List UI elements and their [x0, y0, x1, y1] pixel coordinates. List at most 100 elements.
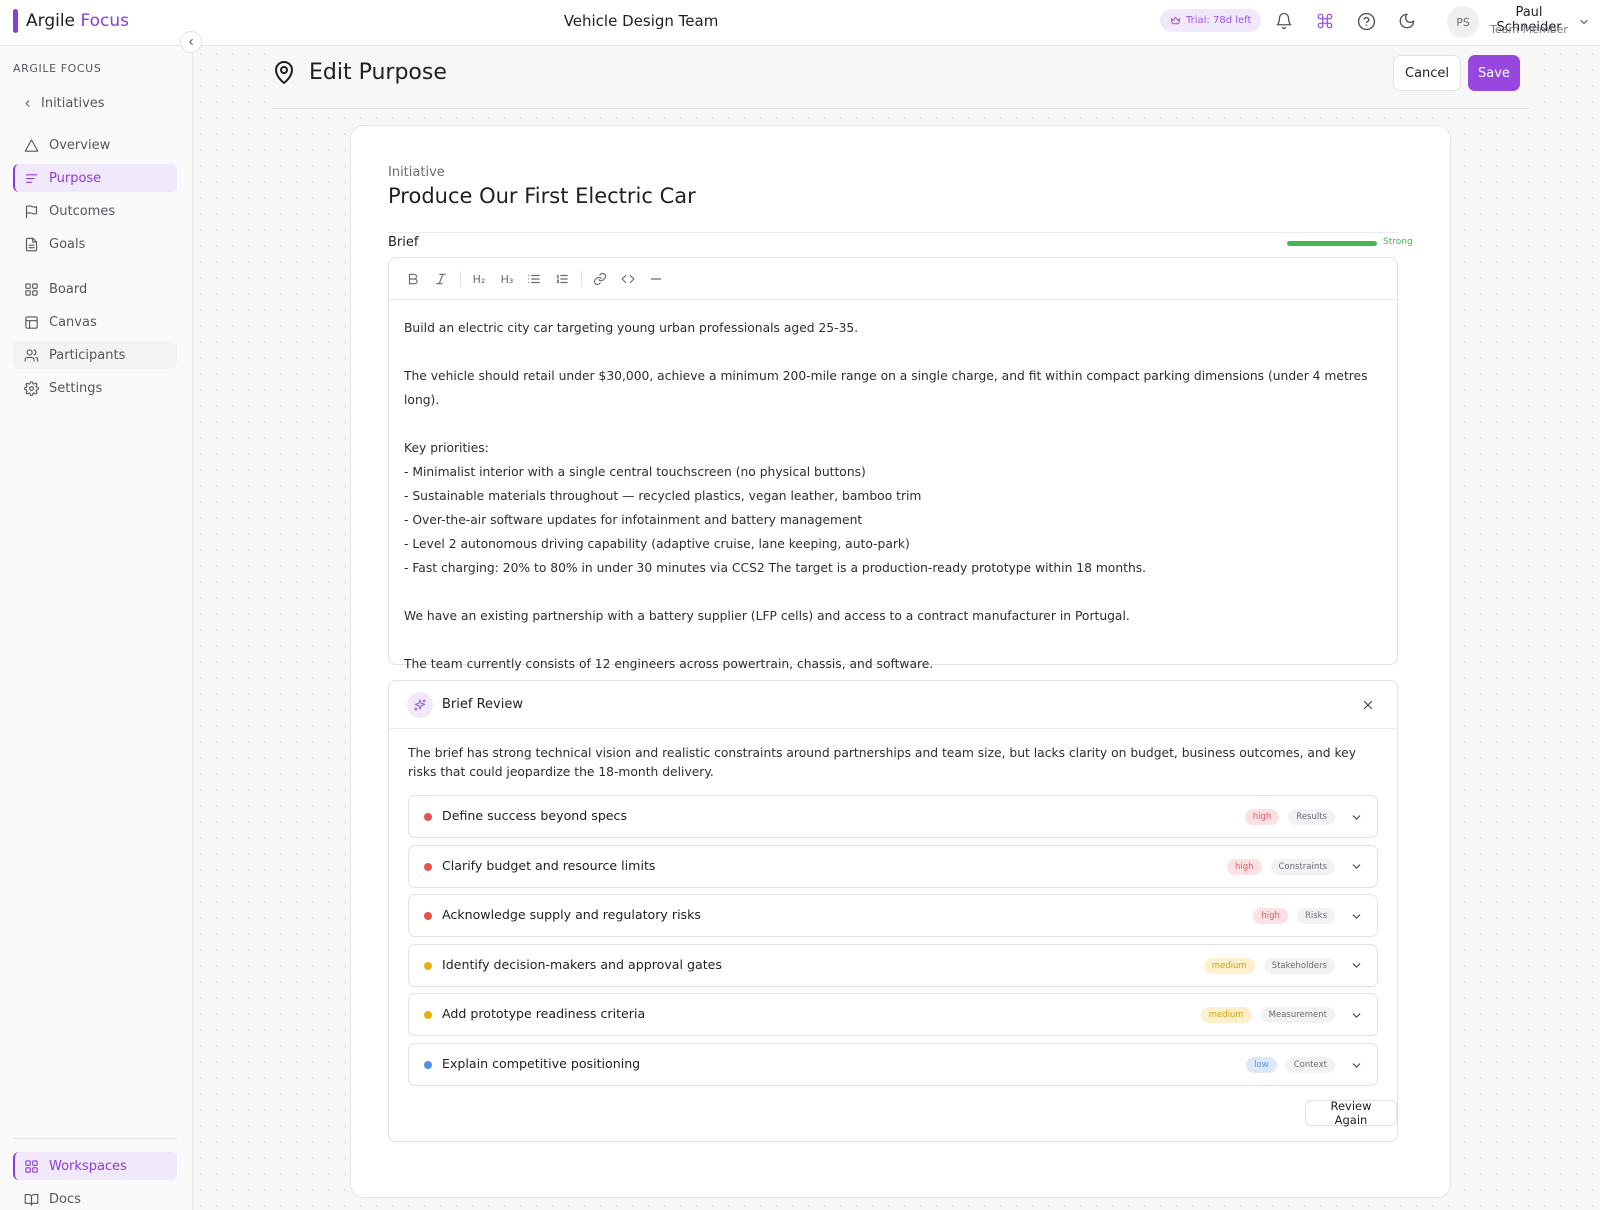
brief-line: We have an existing partnership with a b…	[404, 609, 1130, 623]
map-pin-icon	[272, 59, 296, 91]
severity-badge: medium	[1203, 957, 1255, 974]
severity-dot	[424, 862, 432, 871]
sidebar-item-canvas[interactable]: Canvas	[13, 308, 177, 336]
sidebar-item-settings[interactable]: Settings	[13, 374, 177, 402]
review-item-tags: high Risks	[1253, 906, 1363, 926]
brief-strength-label: Strong	[1383, 237, 1413, 247]
review-item[interactable]: Define success beyond specs high Results	[408, 795, 1378, 838]
chevron-down-icon[interactable]	[1350, 910, 1363, 923]
review-item[interactable]: Clarify budget and resource limits high Co…	[408, 844, 1378, 888]
brief-line: - Level 2 autonomous driving capability …	[404, 537, 910, 551]
sidebar-item-docs[interactable]: Docs	[13, 1185, 177, 1210]
category-badge: Results	[1288, 809, 1335, 825]
review-again-button[interactable]: Review Again	[1305, 1099, 1397, 1127]
page-title: Edit Purpose	[309, 60, 447, 85]
chevron-down-icon[interactable]	[1350, 959, 1363, 972]
sidebar-item-overview[interactable]: Overview	[13, 131, 177, 159]
heading2-icon[interactable]: H₂	[469, 269, 489, 289]
severity-dot	[424, 1011, 432, 1020]
sidebar-item-goals[interactable]: Goals	[13, 230, 177, 258]
sidebar-item-board[interactable]: Board	[13, 275, 177, 303]
chevron-left-icon	[189, 38, 193, 46]
gear-icon	[24, 380, 39, 396]
brief-editor[interactable]: H₂ H₃ Build an electric city car targeti…	[388, 257, 1398, 671]
sidebar-heading: ARGILE FOCUS	[13, 62, 102, 75]
severity-badge: high	[1253, 908, 1288, 925]
chevron-down-icon[interactable]	[1350, 1059, 1363, 1072]
sidebar-collapse-button[interactable]	[180, 31, 202, 53]
bullet-list-icon[interactable]	[524, 269, 544, 289]
chevron-down-icon[interactable]	[1578, 13, 1590, 32]
user-role: Team Member	[1490, 23, 1568, 36]
sparkles-icon	[407, 692, 433, 718]
brief-line: Key priorities:	[404, 441, 489, 455]
bell-icon[interactable]	[1273, 10, 1295, 32]
link-icon[interactable]	[590, 269, 610, 289]
save-button[interactable]: Save	[1468, 55, 1520, 91]
brief-line: - Over-the-air software updates for info…	[404, 513, 863, 527]
review-item-text: Clarify budget and resource limits	[442, 857, 656, 873]
chevron-down-icon[interactable]	[1350, 811, 1363, 824]
cancel-button[interactable]: Cancel	[1393, 55, 1462, 91]
chevron-left-icon	[25, 100, 30, 107]
initiative-title[interactable]: Produce Our First Electric Car	[388, 184, 696, 208]
toolbar-divider	[581, 271, 582, 287]
brief-label: Brief	[388, 235, 419, 250]
title-divider	[388, 232, 1398, 233]
review-item-tags: medium Measurement	[1200, 1005, 1363, 1025]
ordered-list-icon[interactable]	[552, 269, 572, 289]
sidebar-item-label: Settings	[49, 380, 103, 396]
review-item[interactable]: Add prototype readiness criteria medium Me…	[408, 993, 1378, 1037]
sidebar-item-participants[interactable]: Participants	[13, 341, 177, 369]
bold-icon[interactable]	[403, 269, 423, 289]
sidebar-item-workspaces[interactable]: Workspaces	[13, 1152, 177, 1180]
brief-line: Build an electric city car targeting you…	[404, 321, 859, 335]
severity-badge: high	[1244, 809, 1280, 825]
layout-icon	[25, 315, 38, 329]
category-badge: Risks	[1296, 908, 1335, 925]
code-icon[interactable]	[618, 269, 638, 289]
review-item[interactable]: Explain competitive positioning low Contex…	[408, 1043, 1378, 1086]
divider-icon[interactable]	[646, 269, 666, 289]
chevron-down-icon[interactable]	[1350, 1009, 1363, 1022]
review-item-text: Explain competitive positioning	[442, 1056, 641, 1071]
brief-line: - Sustainable materials throughout — rec…	[404, 489, 922, 503]
trial-badge[interactable]: Trial: 78d left	[1160, 9, 1262, 32]
command-icon[interactable]	[1314, 10, 1336, 32]
page-header: Edit Purpose Cancel Save	[272, 46, 1530, 109]
review-item[interactable]: Identify decision-makers and approval ga…	[408, 943, 1378, 987]
close-icon[interactable]	[1361, 697, 1375, 716]
brief-line: - Fast charging: 20% to 80% in under 30 …	[404, 561, 1147, 575]
sidebar-item-label: Board	[49, 281, 88, 297]
severity-dot	[424, 912, 432, 921]
back-label: Initiatives	[41, 96, 105, 111]
review-item-tags: high Constraints	[1226, 857, 1363, 877]
help-icon[interactable]	[1355, 10, 1377, 32]
purpose-card: Initiative Produce Our First Electric Ca…	[350, 125, 1451, 1198]
grid-icon	[25, 282, 38, 296]
toolbar-divider	[460, 271, 461, 287]
heading3-icon[interactable]: H₃	[497, 269, 517, 289]
review-item[interactable]: Acknowledge supply and regulatory risks h…	[408, 894, 1378, 938]
review-item-text: Add prototype readiness criteria	[442, 1006, 646, 1022]
brief-review-summary: The brief has strong technical vision an…	[408, 746, 1356, 779]
trial-label: Trial: 78d left	[1186, 15, 1252, 26]
review-item-text: Acknowledge supply and regulatory risks	[442, 907, 701, 923]
document-icon	[25, 237, 38, 251]
top-bar: Argile Focus Vehicle Design Team Trial: …	[0, 0, 1600, 46]
moon-icon[interactable]	[1396, 10, 1418, 32]
brief-line: The team currently consists of 12 engine…	[404, 657, 934, 671]
brief-text[interactable]: Build an electric city car targeting you…	[404, 316, 1384, 676]
chevron-down-icon[interactable]	[1350, 860, 1363, 873]
sidebar-item-label: Docs	[49, 1191, 81, 1207]
back-to-initiatives[interactable]: Initiatives	[22, 96, 105, 111]
sidebar-item-label: Participants	[49, 347, 126, 363]
sidebar-item-purpose[interactable]: Purpose	[13, 164, 177, 192]
sidebar-item-outcomes[interactable]: Outcomes	[13, 197, 177, 225]
avatar[interactable]: PS	[1447, 6, 1479, 38]
italic-icon[interactable]	[431, 269, 451, 289]
category-badge: Constraints	[1270, 858, 1335, 875]
